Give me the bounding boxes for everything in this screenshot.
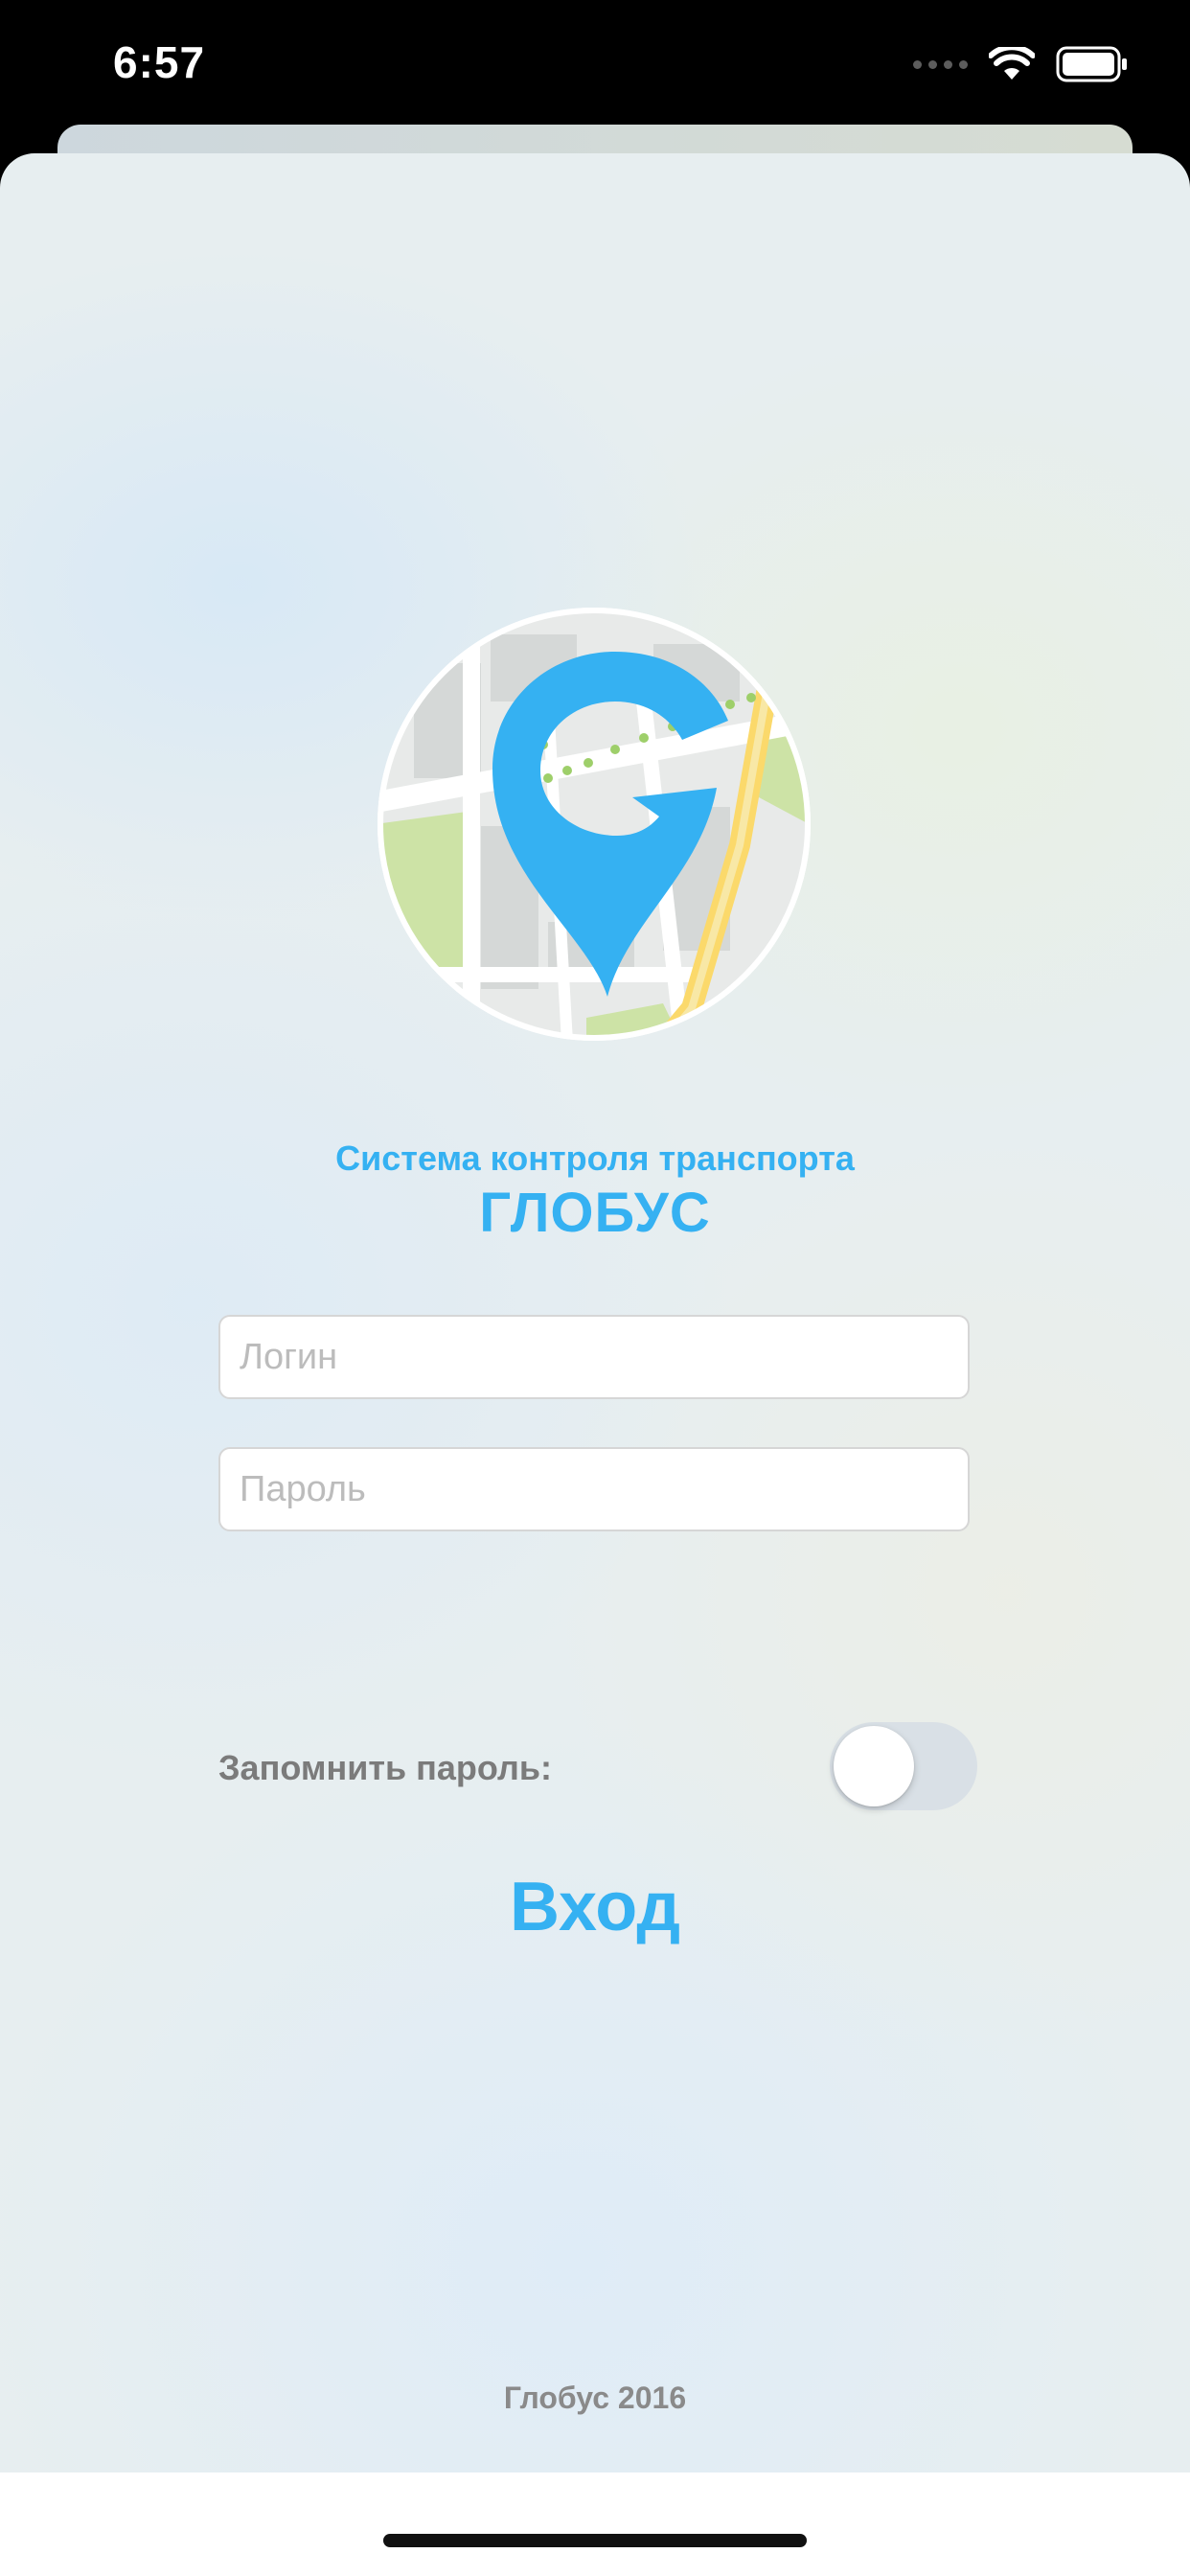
- status-bar: 6:57: [0, 0, 1190, 134]
- footer-copyright: Глобус 2016: [503, 2380, 687, 2415]
- bottom-bar: [0, 2472, 1190, 2576]
- remember-password-label: Запомнить пароль:: [218, 1748, 552, 1787]
- app-subtitle: Система контроля транспорта: [335, 1138, 855, 1178]
- login-sheet: [0, 153, 1190, 2472]
- app-title: ГЛОБУС: [479, 1182, 711, 1244]
- password-input[interactable]: [218, 1447, 970, 1531]
- home-indicator[interactable]: [383, 2534, 807, 2547]
- login-button[interactable]: Вход: [403, 1859, 787, 1955]
- battery-icon: [1056, 46, 1127, 82]
- login-input[interactable]: [218, 1315, 970, 1399]
- cellular-signal-icon: [913, 59, 968, 69]
- status-icons: [913, 42, 1129, 86]
- status-time: 6:57: [113, 37, 206, 87]
- wifi-icon: [989, 47, 1035, 80]
- toggle-knob: [834, 1726, 914, 1806]
- globus-logo-icon: [378, 608, 811, 1041]
- remember-password-toggle[interactable]: [830, 1722, 977, 1810]
